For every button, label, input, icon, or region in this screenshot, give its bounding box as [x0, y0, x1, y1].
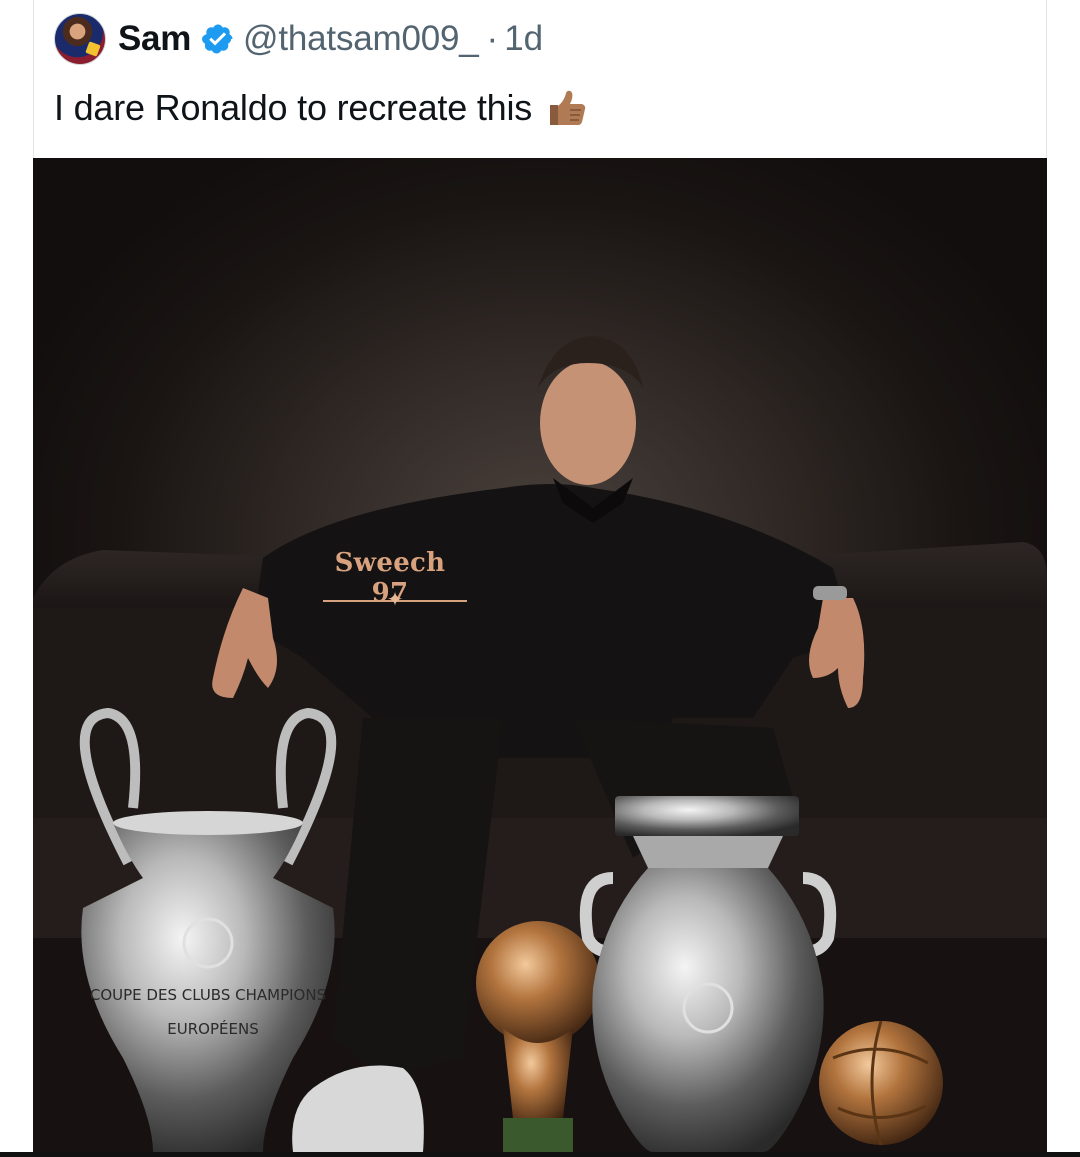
tweet-media-image[interactable]: COUPE DES CLUBS CHAMPIONS EUROPÉENS Swee… [33, 158, 1047, 1152]
ballon-dor-trophy [819, 1020, 943, 1146]
trophy-engraving-line2: EUROPÉENS [167, 1019, 258, 1038]
thumbs-up-icon [550, 90, 586, 125]
person-face [540, 361, 636, 485]
trophy-engraving-line1: COUPE DES CLUBS CHAMPIONS [90, 986, 326, 1004]
separator-dot: · [486, 19, 499, 58]
tweet-card[interactable]: Sam @thatsam009_ · 1d I dare Ronaldo to … [33, 0, 1047, 158]
wristwatch [813, 586, 847, 600]
sparkle-icon: ✦ [386, 589, 404, 611]
avatar[interactable] [54, 13, 106, 65]
tweet-text: I dare Ronaldo to recreate this [54, 87, 533, 128]
author-name[interactable]: Sam [118, 19, 191, 59]
photo-illustration: COUPE DES CLUBS CHAMPIONS EUROPÉENS [33, 336, 1047, 1152]
tweet-header: Sam @thatsam009_ · 1d [54, 11, 543, 67]
verified-badge-icon [202, 24, 233, 54]
tweet-body: I dare Ronaldo to recreate this [54, 86, 588, 130]
tweet-timestamp[interactable]: 1d [504, 19, 543, 59]
bottom-border [0, 1152, 1080, 1157]
author-handle[interactable]: @thatsam009_ [243, 19, 479, 59]
